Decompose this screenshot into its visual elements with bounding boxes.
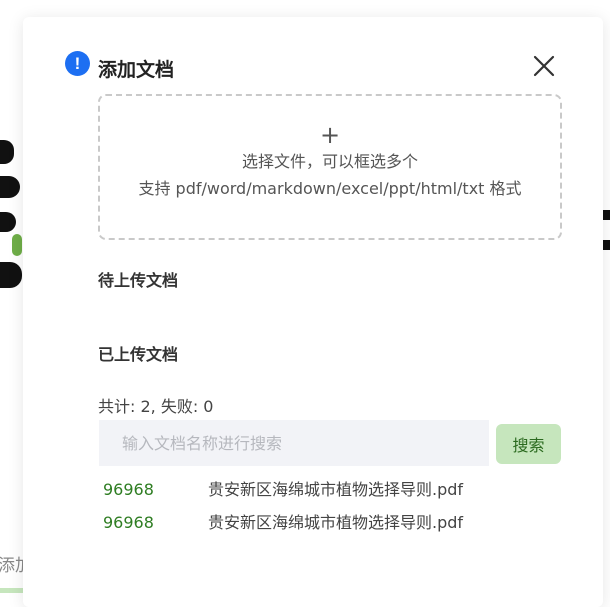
document-id[interactable]: 96968: [103, 511, 154, 535]
plus-icon: +: [319, 121, 341, 149]
document-name[interactable]: 贵安新区海绵城市植物选择导则.pdf: [208, 478, 463, 502]
document-row[interactable]: 96968 贵安新区海绵城市植物选择导则.pdf: [103, 478, 543, 502]
upload-format-hint: 支持 pdf/word/markdown/excel/ppt/html/txt …: [138, 179, 522, 198]
background-shape: [0, 140, 14, 164]
background-shape: [603, 210, 610, 220]
background-shape: [0, 262, 22, 288]
close-icon: [533, 55, 555, 77]
upload-hint: 选择文件，可以框选多个: [241, 152, 418, 171]
background-shape: [0, 176, 20, 198]
document-search-input[interactable]: [99, 420, 489, 466]
dialog-title: 添加文档: [98, 59, 175, 81]
background-shape: [603, 240, 610, 250]
background-shape: [0, 212, 16, 232]
document-id[interactable]: 96968: [103, 478, 154, 502]
exclamation-circle-icon: !: [65, 51, 90, 76]
uploaded-documents-title: 已上传文档: [98, 345, 179, 364]
pending-documents-title: 待上传文档: [98, 271, 179, 290]
close-button[interactable]: [531, 53, 557, 79]
upload-summary: 共计: 2, 失败: 0: [98, 397, 214, 416]
search-button[interactable]: 搜索: [496, 424, 561, 464]
document-row[interactable]: 96968 贵安新区海绵城市植物选择导则.pdf: [103, 511, 543, 535]
document-name[interactable]: 贵安新区海绵城市植物选择导则.pdf: [208, 511, 463, 535]
background-shape: [12, 234, 22, 256]
add-document-dialog: ! 添加文档 + 选择文件，可以框选多个 支持 pdf/word/markdow…: [23, 17, 603, 607]
file-upload-dropzone[interactable]: + 选择文件，可以框选多个 支持 pdf/word/markdown/excel…: [98, 94, 562, 240]
